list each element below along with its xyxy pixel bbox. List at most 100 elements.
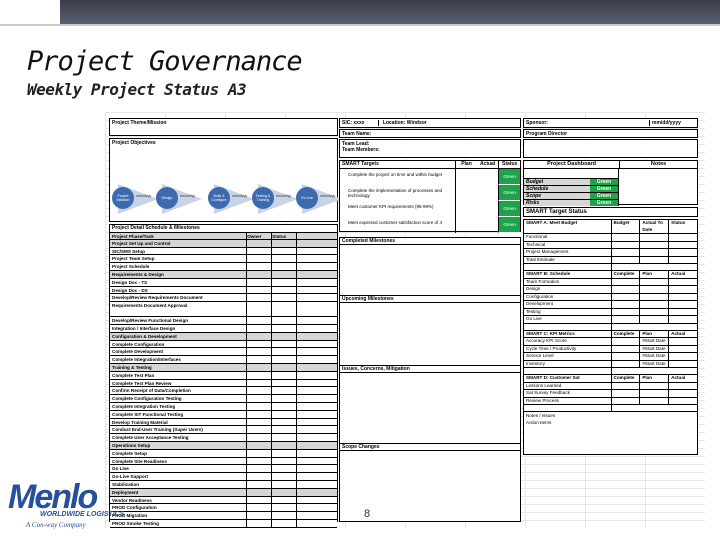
owner-cell[interactable] bbox=[246, 332, 271, 340]
table-row[interactable]: Project Team Setup bbox=[110, 255, 337, 264]
status-cell[interactable] bbox=[271, 278, 296, 286]
owner-cell[interactable] bbox=[246, 519, 271, 527]
owner-cell[interactable] bbox=[246, 356, 271, 363]
complete-cell[interactable] bbox=[610, 338, 640, 345]
table-row[interactable]: Inventory #Start Date bbox=[524, 360, 697, 368]
owner-cell[interactable] bbox=[246, 379, 271, 387]
table-row[interactable]: Design bbox=[524, 286, 697, 294]
table-row[interactable]: Complete Integration/Interfaces bbox=[110, 356, 337, 364]
status-cell[interactable] bbox=[271, 263, 296, 270]
table-row[interactable]: Technical bbox=[524, 241, 697, 249]
section-row[interactable]: Deployment bbox=[110, 488, 337, 497]
complete-cell[interactable] bbox=[610, 301, 640, 308]
complete-cell[interactable] bbox=[610, 382, 640, 389]
actual-cell[interactable] bbox=[668, 382, 697, 389]
owner-cell[interactable] bbox=[246, 395, 271, 402]
status-cell[interactable] bbox=[271, 519, 296, 527]
actual-cell[interactable] bbox=[668, 278, 697, 285]
owner-cell[interactable] bbox=[246, 449, 271, 457]
status-cell[interactable] bbox=[271, 317, 296, 324]
table-row[interactable]: Total Estimate bbox=[524, 256, 697, 264]
owner-cell[interactable] bbox=[246, 270, 271, 278]
status-cell[interactable] bbox=[271, 348, 296, 356]
actual-cell[interactable] bbox=[668, 397, 697, 404]
table-row[interactable]: Project Management bbox=[524, 249, 697, 257]
complete-cell[interactable] bbox=[610, 308, 640, 315]
plan-cell[interactable] bbox=[455, 217, 477, 233]
plan-cell[interactable] bbox=[639, 301, 668, 308]
table-row[interactable]: Vendor Readiness bbox=[110, 496, 337, 505]
section-row[interactable]: Operations Setup bbox=[110, 441, 337, 450]
owner-cell[interactable] bbox=[246, 255, 271, 263]
table-row[interactable]: PROD Migration bbox=[110, 512, 337, 520]
table-row[interactable]: Complete Test Plan Review bbox=[110, 379, 337, 388]
actual-cell[interactable] bbox=[668, 301, 697, 308]
plan-cell[interactable] bbox=[639, 316, 668, 323]
plan-cell[interactable] bbox=[639, 256, 668, 263]
plan-cell[interactable] bbox=[639, 278, 668, 285]
status-cell[interactable] bbox=[271, 504, 296, 512]
table-row[interactable]: Development bbox=[524, 301, 697, 309]
table-row[interactable]: Go Live bbox=[110, 465, 337, 474]
owner-cell[interactable] bbox=[246, 426, 271, 434]
table-row[interactable]: PROD Smoke Testing bbox=[110, 519, 337, 528]
table-row[interactable]: Complete SIT Functional Testing bbox=[110, 410, 337, 419]
actual-cell[interactable] bbox=[477, 185, 499, 201]
status-cell[interactable] bbox=[271, 379, 296, 387]
table-row[interactable]: Requirements Document Approval bbox=[110, 302, 337, 318]
completed-milestones-body[interactable] bbox=[340, 245, 520, 295]
table-row[interactable]: Accuracy KPI Score #Start Date bbox=[524, 338, 697, 346]
plan-cell[interactable] bbox=[639, 390, 668, 397]
actual-cell[interactable] bbox=[668, 308, 697, 315]
status-cell[interactable] bbox=[271, 488, 296, 496]
complete-cell[interactable] bbox=[610, 316, 640, 323]
upcoming-milestones-body[interactable] bbox=[340, 303, 520, 365]
table-row[interactable]: Develop/Review Requirements Document bbox=[110, 294, 337, 303]
table-row[interactable]: Functional bbox=[524, 234, 697, 242]
table-row[interactable]: Lessons Learned bbox=[524, 382, 697, 390]
table-row[interactable]: Stabilization bbox=[110, 480, 337, 489]
table-row[interactable]: Complete Test Plan bbox=[110, 371, 337, 380]
status-cell[interactable] bbox=[271, 457, 296, 465]
status-cell[interactable] bbox=[271, 332, 296, 340]
actual-cell[interactable] bbox=[668, 316, 697, 323]
owner-cell[interactable] bbox=[246, 317, 271, 324]
owner-cell[interactable] bbox=[246, 441, 271, 449]
status-cell[interactable] bbox=[271, 418, 296, 426]
table-row[interactable]: Complete Site Readiness bbox=[110, 457, 337, 466]
status-cell[interactable] bbox=[271, 286, 296, 294]
status-cell[interactable] bbox=[271, 441, 296, 449]
table-row[interactable]: Design Doc - DS bbox=[110, 286, 337, 295]
plan-cell[interactable] bbox=[639, 308, 668, 315]
plan-cell[interactable] bbox=[639, 286, 668, 293]
owner-cell[interactable] bbox=[246, 247, 271, 255]
plan-cell[interactable] bbox=[639, 397, 668, 404]
plan-cell[interactable]: #Start Date bbox=[639, 338, 668, 345]
complete-cell[interactable] bbox=[610, 256, 640, 263]
plan-cell[interactable] bbox=[455, 169, 477, 185]
issues-body[interactable] bbox=[340, 373, 520, 443]
complete-cell[interactable] bbox=[610, 345, 640, 352]
status-cell[interactable] bbox=[271, 255, 296, 263]
status-cell[interactable] bbox=[271, 356, 296, 363]
complete-cell[interactable] bbox=[610, 286, 640, 293]
owner-cell[interactable] bbox=[246, 340, 271, 348]
actual-cell[interactable] bbox=[668, 345, 697, 352]
plan-cell[interactable] bbox=[455, 201, 477, 217]
status-cell[interactable] bbox=[271, 402, 296, 410]
status-cell[interactable] bbox=[271, 512, 296, 519]
owner-cell[interactable] bbox=[246, 324, 271, 332]
status-cell[interactable] bbox=[271, 387, 296, 395]
complete-cell[interactable] bbox=[610, 241, 640, 248]
owner-cell[interactable] bbox=[246, 410, 271, 418]
owner-cell[interactable] bbox=[246, 504, 271, 512]
owner-cell[interactable] bbox=[246, 496, 271, 504]
owner-cell[interactable] bbox=[246, 402, 271, 410]
status-cell[interactable] bbox=[271, 270, 296, 278]
owner-cell[interactable] bbox=[246, 294, 271, 302]
plan-cell[interactable] bbox=[639, 382, 668, 389]
status-cell[interactable] bbox=[271, 324, 296, 332]
owner-cell[interactable] bbox=[246, 488, 271, 496]
owner-cell[interactable] bbox=[246, 371, 271, 379]
owner-cell[interactable] bbox=[246, 286, 271, 294]
